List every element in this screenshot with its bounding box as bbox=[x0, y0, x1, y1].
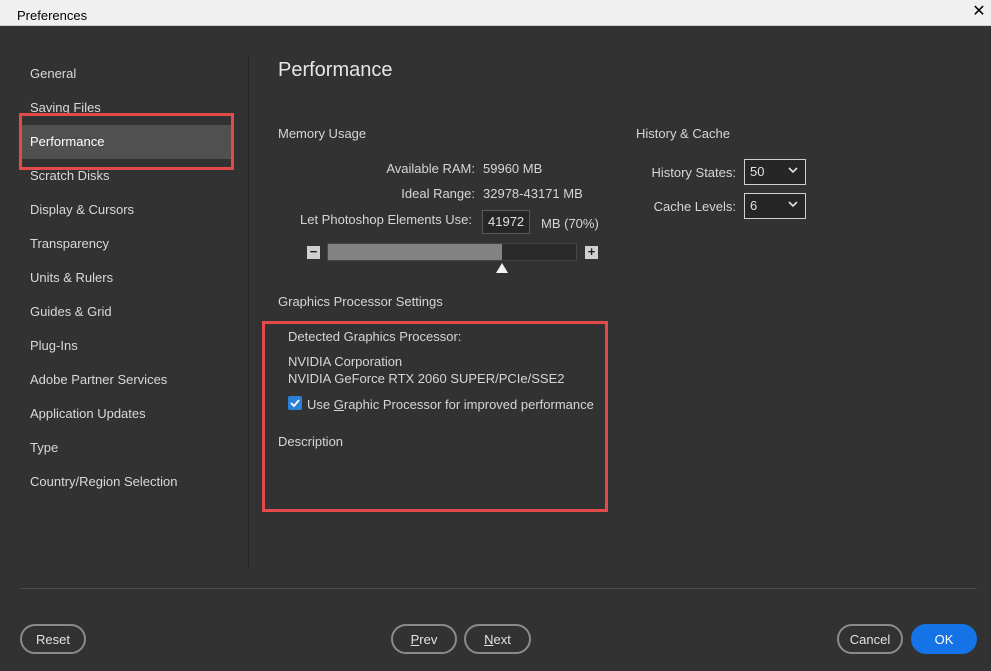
gpu-vendor: NVIDIA Corporation bbox=[288, 354, 403, 369]
page-title: Performance bbox=[278, 59, 393, 81]
chevron-down-icon bbox=[788, 201, 798, 208]
sidebar-item-transparency[interactable]: Transparency bbox=[20, 227, 231, 261]
gpu-settings-heading: Graphics Processor Settings bbox=[278, 294, 443, 309]
cancel-button[interactable]: Cancel bbox=[837, 624, 903, 654]
cache-levels-value: 6 bbox=[750, 198, 758, 213]
sidebar-item-type[interactable]: Type bbox=[20, 431, 231, 465]
use-gpu-checkbox[interactable] bbox=[288, 396, 302, 410]
sidebar-item-general[interactable]: General bbox=[20, 57, 231, 91]
sidebar-item-plug-ins[interactable]: Plug-Ins bbox=[20, 329, 231, 363]
close-icon[interactable]: ✕ bbox=[971, 4, 987, 20]
ideal-range-label: Ideal Range: bbox=[401, 186, 475, 201]
history-states-label: History States: bbox=[651, 165, 736, 180]
history-states-value: 50 bbox=[750, 164, 765, 179]
sidebar-item-application-updates[interactable]: Application Updates bbox=[20, 397, 231, 431]
window-title: Preferences bbox=[17, 8, 88, 23]
detected-gpu-label: Detected Graphics Processor: bbox=[288, 329, 462, 344]
memory-increase-button[interactable]: + bbox=[585, 245, 598, 259]
history-cache-heading: History & Cache bbox=[636, 126, 730, 141]
ideal-range-value: 32978-43171 MB bbox=[483, 186, 583, 201]
sidebar-item-performance[interactable]: Performance bbox=[20, 125, 231, 159]
sidebar-item-guides-grid[interactable]: Guides & Grid bbox=[20, 295, 231, 329]
use-gpu-label-accel: G bbox=[333, 397, 344, 412]
checkmark-icon bbox=[290, 399, 300, 408]
gpu-model: NVIDIA GeForce RTX 2060 SUPER/PCIe/SSE2 bbox=[288, 371, 565, 386]
chevron-down-icon bbox=[788, 167, 798, 174]
sidebar-item-adobe-partner-services[interactable]: Adobe Partner Services bbox=[20, 363, 231, 397]
description-label: Description bbox=[278, 434, 344, 449]
sidebar-item-units-rulers[interactable]: Units & Rulers bbox=[20, 261, 231, 295]
memory-slider-thumb[interactable] bbox=[496, 263, 508, 273]
footer-divider bbox=[20, 588, 977, 589]
memory-use-input[interactable]: 41972 bbox=[482, 210, 530, 234]
prev-accel: P bbox=[410, 632, 420, 647]
cache-levels-label: Cache Levels: bbox=[653, 199, 736, 214]
memory-use-label: Let Photoshop Elements Use: bbox=[300, 212, 472, 227]
memory-slider[interactable] bbox=[327, 243, 577, 261]
dialog-body: General Saving Files Performance Scratch… bbox=[4, 26, 987, 667]
history-states-select[interactable]: 50 bbox=[744, 159, 806, 185]
use-gpu-label-rest: raphic Processor for improved performanc… bbox=[343, 397, 594, 412]
use-gpu-label[interactable]: Use Graphic Processor for improved perfo… bbox=[307, 397, 594, 412]
sidebar-item-scratch-disks[interactable]: Scratch Disks bbox=[20, 159, 231, 193]
reset-button[interactable]: Reset bbox=[20, 624, 86, 654]
sidebar-item-display-cursors[interactable]: Display & Cursors bbox=[20, 193, 231, 227]
sidebar-item-country-region[interactable]: Country/Region Selection bbox=[20, 465, 231, 499]
gpu-highlight-box bbox=[262, 321, 608, 512]
memory-usage-heading: Memory Usage bbox=[278, 126, 367, 141]
available-ram-value: 59960 MB bbox=[483, 161, 543, 176]
next-button[interactable]: Next bbox=[464, 624, 531, 654]
prev-rest: rev bbox=[419, 632, 438, 647]
ok-button[interactable]: OK bbox=[911, 624, 977, 654]
use-gpu-label-prefix: Use bbox=[307, 397, 334, 412]
prev-button[interactable]: Prev bbox=[391, 624, 457, 654]
available-ram-label: Available RAM: bbox=[386, 161, 475, 176]
sidebar-item-saving-files[interactable]: Saving Files bbox=[20, 91, 231, 125]
memory-slider-fill bbox=[328, 244, 502, 260]
title-bar: Preferences ✕ bbox=[0, 0, 991, 26]
memory-use-suffix: MB (70%) bbox=[541, 216, 599, 231]
sidebar-divider bbox=[248, 56, 249, 568]
memory-decrease-button[interactable]: − bbox=[307, 245, 320, 259]
next-accel: N bbox=[484, 632, 494, 647]
cache-levels-select[interactable]: 6 bbox=[744, 193, 806, 219]
next-rest: ext bbox=[493, 632, 511, 647]
